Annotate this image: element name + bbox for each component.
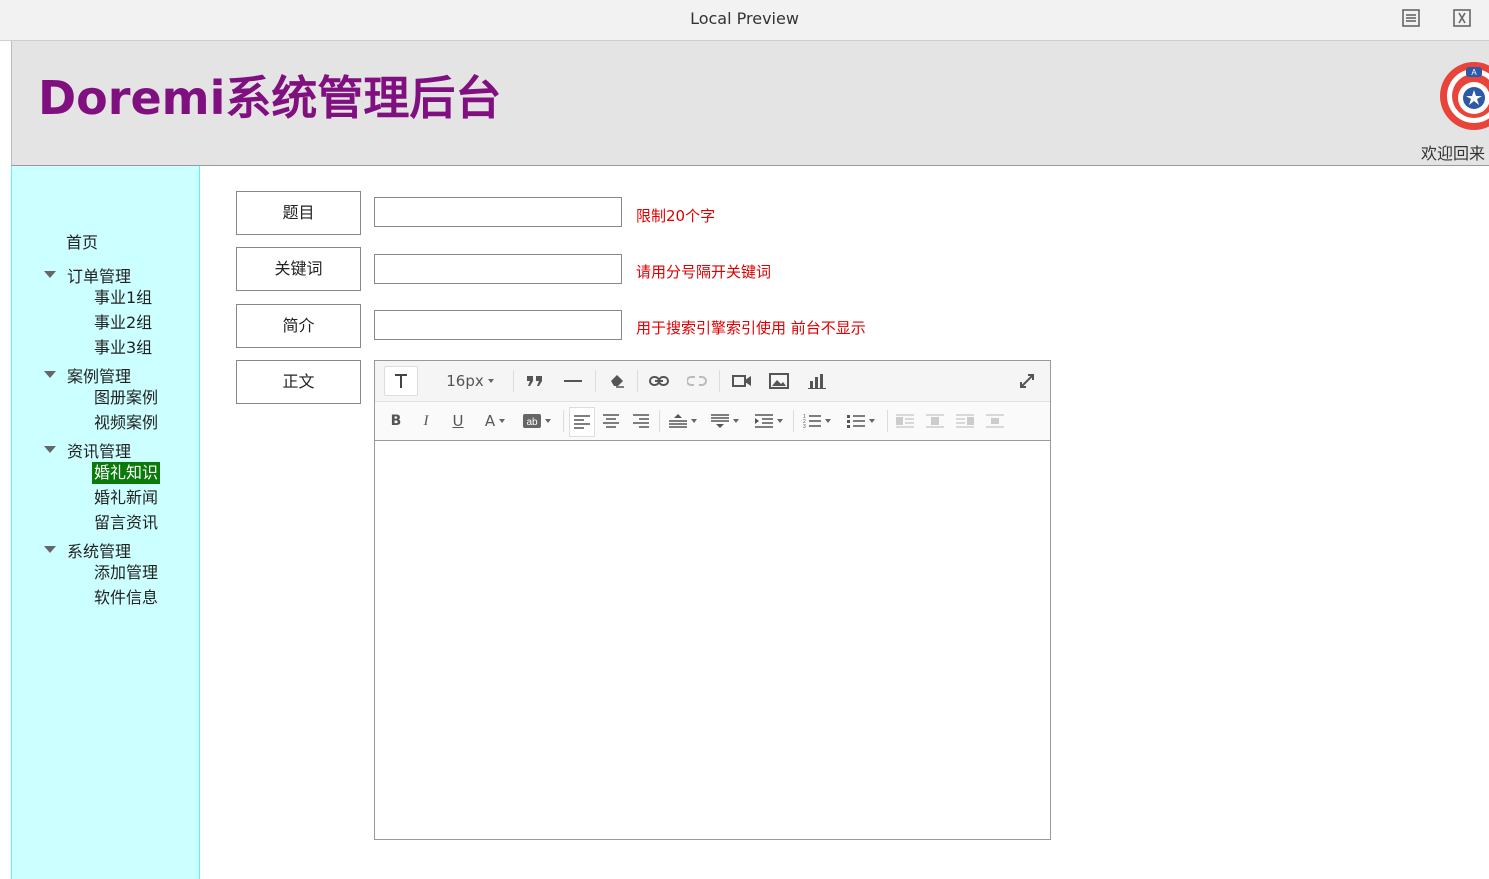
- italic-icon[interactable]: I: [417, 407, 435, 435]
- fullscreen-icon[interactable]: [1015, 367, 1039, 395]
- paragraph-spacing-icon[interactable]: [707, 407, 743, 435]
- line-height-icon[interactable]: [665, 407, 701, 435]
- sidebar-item-team3[interactable]: 事业3组: [92, 337, 154, 359]
- keywords-input[interactable]: [374, 254, 622, 284]
- title-hint: 限制20个字: [636, 207, 716, 225]
- keywords-label: 关键词: [236, 247, 361, 291]
- sidebar-group-cases[interactable]: 案例管理: [44, 363, 131, 387]
- summary-hint: 用于搜索引擎索引使用 前台不显示: [636, 319, 866, 337]
- sidebar-item-video-cases[interactable]: 视频案例: [92, 412, 160, 434]
- expand-triangle-icon: [44, 371, 56, 378]
- sidebar-item-software-info[interactable]: 软件信息: [92, 587, 160, 609]
- close-preview-icon[interactable]: [1452, 8, 1472, 28]
- float-center-icon[interactable]: [983, 407, 1007, 435]
- float-right-icon[interactable]: [953, 407, 977, 435]
- indent-icon[interactable]: [751, 407, 787, 435]
- sidebar-group-system[interactable]: 系统管理: [44, 538, 131, 562]
- expand-triangle-icon: [44, 271, 56, 278]
- title-label: 题目: [236, 191, 361, 235]
- summary-label: 简介: [236, 304, 361, 348]
- editor-toolbar-main: 16px: [375, 361, 1050, 402]
- font-color-icon[interactable]: A: [478, 407, 512, 435]
- align-center-icon[interactable]: [599, 407, 623, 435]
- sidebar-nav: 首页 订单管理 事业1组 事业2组 事业3组 案例管理 图册案例 视频案例 资讯…: [11, 166, 200, 879]
- sidebar-item-home[interactable]: 首页: [66, 229, 98, 253]
- sidebar-item-album-cases[interactable]: 图册案例: [92, 387, 160, 409]
- image-icon[interactable]: [766, 367, 792, 395]
- unlink-icon[interactable]: [685, 367, 709, 395]
- float-none-icon[interactable]: [923, 407, 947, 435]
- body-label: 正文: [236, 360, 361, 404]
- chevron-down-icon: [487, 379, 494, 383]
- highlight-color-icon[interactable]: ab: [520, 407, 554, 435]
- summary-input[interactable]: [374, 310, 622, 340]
- underline-icon[interactable]: U: [449, 407, 467, 435]
- font-size-value: 16px: [446, 372, 484, 390]
- ordered-list-icon[interactable]: 123: [799, 407, 835, 435]
- expand-triangle-icon: [44, 446, 56, 453]
- brand-title: Doremi系统管理后台: [38, 71, 502, 125]
- sidebar-item-wedding-knowledge[interactable]: 婚礼知识: [92, 462, 161, 484]
- svg-text:ab: ab: [526, 417, 538, 428]
- editor-content-area[interactable]: [375, 441, 1050, 839]
- title-input[interactable]: [374, 197, 622, 227]
- quote-icon[interactable]: [523, 367, 547, 395]
- sidebar-group-news[interactable]: 资讯管理: [44, 438, 131, 462]
- group-label: 订单管理: [67, 267, 132, 286]
- avatar[interactable]: A: [1437, 59, 1489, 133]
- keywords-hint: 请用分号隔开关键词: [636, 263, 772, 281]
- sidebar-item-team2[interactable]: 事业2组: [92, 312, 154, 334]
- sidebar-item-add-admin[interactable]: 添加管理: [92, 562, 160, 584]
- align-right-icon[interactable]: [629, 407, 653, 435]
- link-icon[interactable]: [647, 367, 671, 395]
- float-left-icon[interactable]: [893, 407, 917, 435]
- text-style-icon[interactable]: [384, 366, 418, 396]
- bullet-list-icon[interactable]: [843, 407, 879, 435]
- video-icon[interactable]: [729, 367, 755, 395]
- font-size-select[interactable]: 16px: [441, 367, 499, 395]
- sidebar-item-team1[interactable]: 事业1组: [92, 287, 154, 309]
- group-label: 资讯管理: [67, 442, 132, 461]
- eraser-icon[interactable]: [605, 367, 629, 395]
- preview-titlebar: Local Preview: [0, 0, 1489, 41]
- sidebar-item-messages[interactable]: 留言资讯: [92, 512, 160, 534]
- align-left-icon[interactable]: [569, 407, 595, 437]
- document-icon[interactable]: [1401, 8, 1421, 28]
- bold-icon[interactable]: B: [387, 407, 405, 435]
- svg-text:3: 3: [803, 424, 806, 429]
- welcome-text: 欢迎回来: [1420, 144, 1485, 163]
- expand-triangle-icon: [44, 546, 56, 553]
- window-title: Local Preview: [690, 9, 799, 28]
- site-header: Doremi系统管理后台 A 欢迎回来: [11, 41, 1489, 166]
- editor-toolbar-format: B I U A ab 123: [375, 402, 1050, 441]
- sidebar-group-orders[interactable]: 订单管理: [44, 263, 131, 287]
- sidebar-item-wedding-news[interactable]: 婚礼新闻: [92, 487, 160, 509]
- svg-text:A: A: [1471, 68, 1477, 77]
- horizontal-rule-icon[interactable]: [561, 367, 585, 395]
- rich-text-editor: 16px B I U A ab 1 2 3: [374, 360, 1051, 840]
- chart-icon[interactable]: [804, 367, 830, 395]
- group-label: 案例管理: [67, 367, 132, 386]
- group-label: 系统管理: [67, 542, 132, 561]
